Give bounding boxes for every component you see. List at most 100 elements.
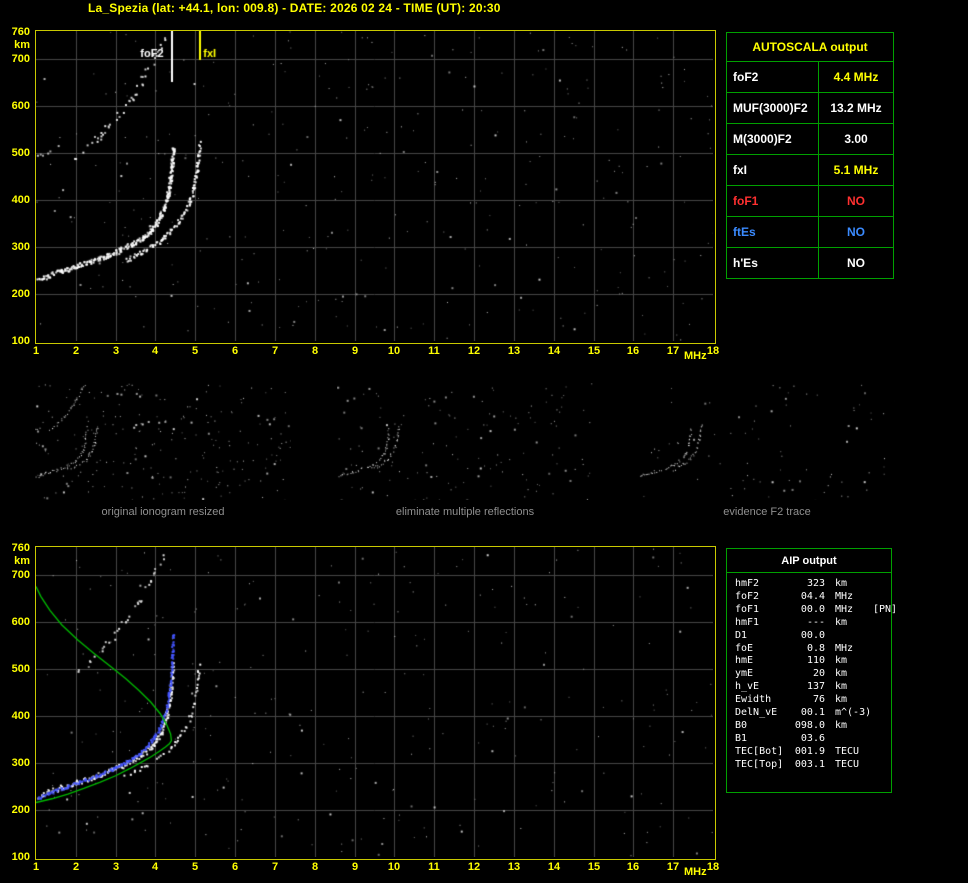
aip-name: D1 (735, 629, 748, 641)
aip-value: 003.1 (794, 758, 825, 770)
aip-value: 00.0 (800, 603, 825, 615)
autoscala-row-fof2: foF2 4.4 MHz (727, 62, 893, 92)
param-label: ftEs (727, 217, 819, 247)
x-tick-1: 1 (32, 345, 40, 357)
aip-value: 04.4 (800, 590, 825, 602)
x-axis-unit-label: MHz (684, 866, 707, 878)
y-tick-700: 700 (11, 569, 30, 581)
x-tick-11: 11 (428, 861, 440, 873)
top-ionogram-canvas (36, 31, 713, 341)
aip-note (873, 746, 887, 759)
param-value: 5.1 MHz (833, 163, 879, 177)
top-ionogram-plot (35, 30, 716, 344)
aip-unit: km (835, 694, 848, 706)
param-value: NO (847, 194, 865, 208)
aip-row-tectop: TEC[Top] 003.1 TECU (735, 759, 887, 772)
aip-value: 20 (812, 668, 825, 680)
aip-name: TEC[Bot] (735, 745, 784, 757)
x-tick-9: 9 (351, 345, 359, 357)
thumbnail-caption-evidence: evidence F2 trace (723, 506, 811, 518)
x-tick-12: 12 (467, 345, 481, 357)
page-title: La_Spezia (lat: +44.1, lon: 009.8) - DAT… (88, 1, 501, 15)
aip-name: hmF1 (735, 616, 760, 628)
aip-note (873, 720, 887, 733)
aip-note (873, 694, 887, 707)
y-tick-400: 400 (11, 194, 30, 206)
aip-name: hmF2 (735, 578, 760, 589)
aip-note (873, 630, 887, 643)
aip-unit: km (835, 668, 848, 680)
y-tick-300: 300 (11, 241, 30, 253)
aip-name: foF2 (735, 590, 760, 602)
param-value: NO (847, 256, 865, 270)
aip-note: [PN] (873, 603, 898, 615)
x-tick-15: 15 (587, 861, 601, 873)
y-tick-200: 200 (11, 804, 30, 816)
aip-unit: MHz (835, 603, 854, 615)
aip-unit: km (835, 655, 848, 667)
param-label: fxI (727, 155, 819, 185)
y-tick-600: 600 (11, 616, 30, 628)
aip-row-yme: ymE 20 km (735, 668, 887, 681)
aip-name: h_vE (735, 681, 760, 693)
aip-row-fof1: foF1 00.0 MHz [PN] (735, 603, 897, 617)
y-tick-760: 760 (11, 26, 30, 38)
x-tick-11: 11 (428, 345, 440, 357)
aip-note (873, 668, 887, 681)
x-tick-6: 6 (231, 345, 239, 357)
x-tick-13: 13 (507, 861, 521, 873)
param-value: 3.00 (844, 132, 868, 146)
aip-note (873, 655, 887, 668)
autoscala-table-title: AUTOSCALA output (727, 33, 893, 62)
y-axis-unit-label: km (14, 39, 30, 51)
param-label: foF2 (727, 62, 819, 92)
y-tick-760: 760 (11, 542, 30, 554)
x-tick-7: 7 (271, 861, 279, 873)
aip-row-hmf1: hmF1 --- km (735, 617, 887, 630)
aip-name: DelN_vE (735, 707, 778, 719)
autoscala-row-fxi: fxI 5.1 MHz (727, 154, 893, 185)
autoscala-row-m3000f2: M(3000)F2 3.00 (727, 123, 893, 154)
bottom-ionogram-y-axis: 760 700 600 500 400 300 200 100 km (0, 542, 32, 863)
aip-value: 110 (806, 655, 825, 667)
x-tick-16: 16 (626, 345, 640, 357)
aip-value: 00.0 (800, 629, 825, 641)
aip-row-hve: h_vE 137 km (735, 681, 887, 694)
aip-note (873, 707, 887, 720)
param-value: 4.4 MHz (833, 70, 879, 84)
aip-row-delnve: DelN_vE 00.1 m^(-3) (735, 707, 887, 720)
aip-unit (825, 630, 873, 643)
x-tick-2: 2 (72, 861, 80, 873)
x-tick-17: 17 (666, 345, 680, 357)
aip-name: Ewidth (735, 694, 772, 706)
x-tick-8: 8 (311, 861, 319, 873)
aip-name: hmE (735, 655, 754, 667)
param-value: 13.2 MHz (830, 101, 882, 115)
aip-value: 00.1 (800, 707, 825, 719)
y-tick-500: 500 (11, 663, 30, 675)
x-tick-9: 9 (351, 861, 359, 873)
aip-table-title: AIP output (727, 549, 891, 573)
aip-row-b1: B1 03.6 (735, 733, 887, 746)
aip-row-tecbot: TEC[Bot] 001.9 TECU (735, 746, 887, 759)
bottom-ionogram-plot (35, 546, 716, 860)
x-tick-13: 13 (507, 345, 521, 357)
param-value: NO (847, 225, 865, 239)
x-tick-1: 1 (32, 861, 40, 873)
x-tick-17: 17 (666, 861, 680, 873)
aip-unit: km (835, 719, 848, 731)
aip-name: B1 (735, 732, 748, 744)
x-tick-15: 15 (587, 345, 601, 357)
aip-unit: m^(-3) (835, 707, 872, 719)
param-label: foF1 (727, 186, 819, 216)
aip-table-rows: hmF2 323 km foF2 04.4 MHz foF1 00.0 MHz [PN] hmF1 -… (727, 573, 897, 772)
param-label: MUF(3000)F2 (727, 93, 819, 123)
aip-name: TEC[Top] (735, 758, 784, 770)
x-tick-2: 2 (72, 345, 80, 357)
y-tick-300: 300 (11, 757, 30, 769)
autoscala-row-hes: h'Es NO (727, 247, 893, 278)
autoscala-table-rows: foF2 4.4 MHz MUF(3000)F2 13.2 MHz M(3000)F2 3… (727, 62, 893, 278)
aip-row-b0: B0 098.0 km (735, 720, 887, 733)
aip-value: 098.0 (794, 719, 825, 731)
aip-unit: km (835, 578, 848, 589)
